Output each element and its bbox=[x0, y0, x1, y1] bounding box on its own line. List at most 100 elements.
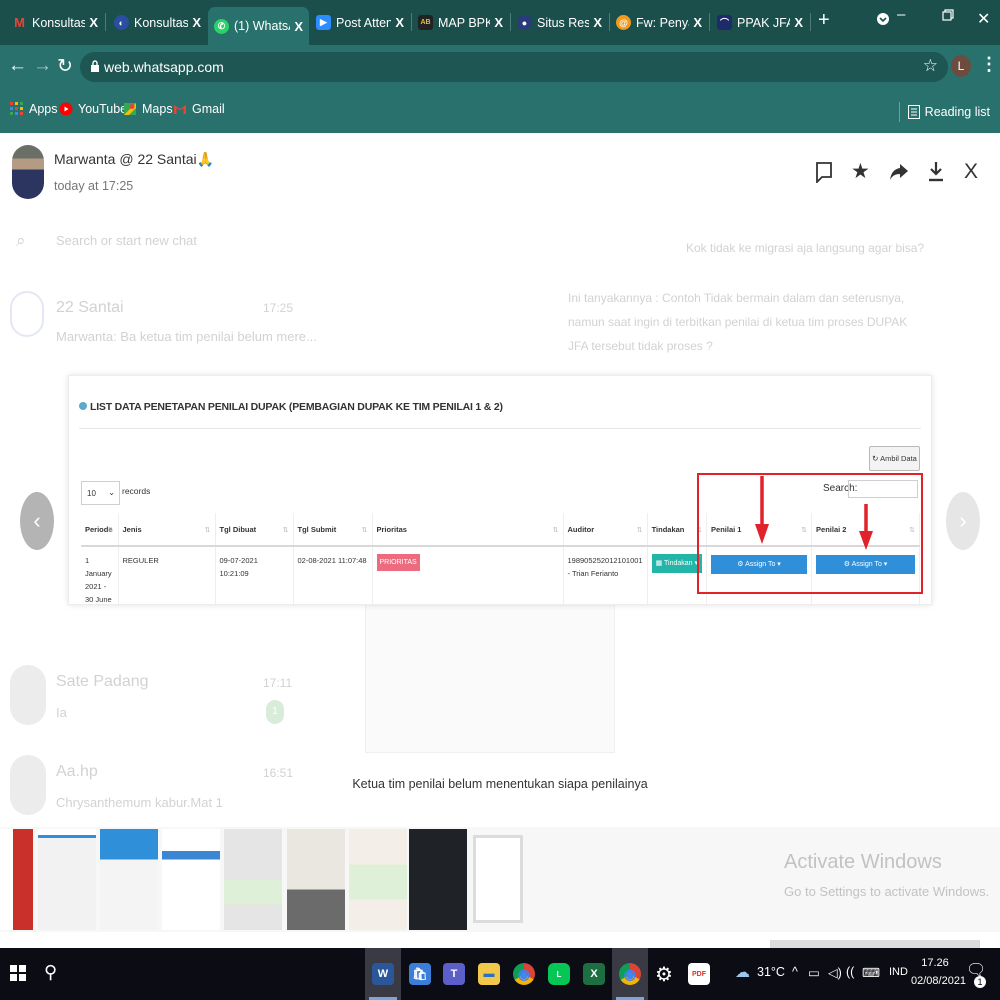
new-tab-button[interactable]: + bbox=[818, 9, 830, 32]
viewer-header: Marwanta @ 22 Santai🙏 today at 17:25 ★ X bbox=[0, 133, 1000, 213]
teams-icon[interactable]: T bbox=[436, 948, 472, 1000]
column-header[interactable]: Tgl Submit ⇅ bbox=[293, 513, 373, 547]
close-tab-icon[interactable]: X bbox=[494, 15, 503, 30]
tab-whatsapp[interactable]: ✆ (1) WhatsApp X bbox=[208, 7, 309, 45]
comment-icon[interactable] bbox=[815, 161, 833, 183]
close-tab-icon[interactable]: X bbox=[693, 15, 702, 30]
column-header[interactable]: Jenis ⇅ bbox=[118, 513, 216, 547]
back-icon[interactable]: ← bbox=[8, 55, 27, 77]
taskbar-search-icon[interactable]: ⚲ bbox=[44, 962, 57, 983]
battery-icon[interactable]: ▭ bbox=[808, 965, 820, 980]
tab-situs-resmi[interactable]: ● Situs Resmi B X bbox=[511, 0, 608, 45]
chrome-menu-icon[interactable]: ⋮ bbox=[980, 54, 998, 75]
chevron-down-icon: ⌄ bbox=[108, 488, 115, 497]
chrome-profile-icon[interactable]: ◉ bbox=[612, 948, 648, 1000]
settings-gear-icon[interactable]: ⚙ bbox=[646, 948, 682, 1000]
tab-post-attendee[interactable]: ▶ Post Attendee X bbox=[310, 0, 410, 45]
tindakan-button[interactable]: ▦ Tindakan ▾ bbox=[651, 554, 703, 573]
close-tab-icon[interactable]: X bbox=[794, 15, 803, 30]
pdf-icon[interactable]: PDF bbox=[681, 948, 717, 1000]
whatsapp-media-viewer: ⌕ Search or start new chat Kok tidak ke … bbox=[0, 133, 1000, 948]
close-tab-icon[interactable]: X bbox=[89, 15, 98, 30]
address-bar[interactable]: web.whatsapp.com ☆ bbox=[80, 52, 948, 82]
keyboard-icon[interactable]: ⌨ bbox=[862, 965, 880, 980]
horizontal-scrollbar[interactable] bbox=[770, 940, 980, 948]
window-close-icon[interactable]: ✕ bbox=[977, 9, 990, 29]
page-length-select[interactable]: 10 ⌄ bbox=[81, 481, 120, 505]
weather-temperature[interactable]: 31°C bbox=[757, 965, 785, 979]
column-header[interactable]: Periode ⇅ bbox=[81, 513, 119, 547]
ambil-data-button[interactable]: ↻ Ambil Data bbox=[869, 446, 920, 471]
bookmark-apps[interactable]: Apps bbox=[10, 102, 58, 116]
sender-emoji: 🙏 bbox=[196, 151, 215, 167]
thumbnail[interactable] bbox=[349, 829, 407, 930]
close-tab-icon[interactable]: X bbox=[395, 15, 404, 30]
close-tab-icon[interactable]: X bbox=[294, 19, 303, 34]
tab-konsultasi-2[interactable]: ◐ Konsultasi On X bbox=[108, 0, 207, 45]
sender-name: Marwanta @ 22 Santai🙏 bbox=[54, 151, 215, 167]
thumbnail[interactable] bbox=[224, 829, 282, 930]
next-media-button[interactable]: › bbox=[946, 492, 980, 550]
volume-icon[interactable]: ◁) bbox=[828, 965, 842, 980]
close-tab-icon[interactable]: X bbox=[192, 15, 201, 30]
restore-icon[interactable] bbox=[942, 8, 954, 25]
profile-avatar[interactable]: L bbox=[951, 55, 971, 77]
forward-share-icon[interactable] bbox=[889, 161, 909, 181]
thumbnail[interactable] bbox=[409, 829, 467, 930]
info-icon bbox=[79, 402, 87, 410]
tab-map-bpkp[interactable]: AB MAP BPKP X bbox=[412, 0, 509, 45]
chrome-icon[interactable]: ◉ bbox=[506, 948, 542, 1000]
youtube-icon bbox=[59, 102, 73, 116]
windows-taskbar: ⚲ W 🛍 T ▬ ◉ L X ◉ ⚙ PDF ☁ 31°C ^ ▭ ◁) ((… bbox=[0, 948, 1000, 1000]
input-language[interactable]: IND bbox=[889, 966, 908, 978]
whatsapp-icon: ✆ bbox=[214, 18, 229, 34]
file-explorer-icon[interactable]: ▬ bbox=[471, 948, 507, 1000]
thumbnail[interactable] bbox=[0, 829, 33, 930]
thumbnail[interactable] bbox=[100, 829, 158, 930]
red-arrow-icon bbox=[755, 476, 769, 544]
word-icon[interactable]: W bbox=[365, 948, 401, 1000]
column-header[interactable]: Prioritas ⇅ bbox=[372, 513, 564, 547]
clock-time: 17.26 bbox=[921, 957, 949, 969]
tab-konsultasi-1[interactable]: M Konsultasi On X bbox=[6, 0, 104, 45]
minimize-icon[interactable]: – bbox=[897, 6, 905, 23]
taskbar-clock[interactable]: 17.26 02/08/2021 bbox=[911, 954, 966, 990]
tray-chevron-icon[interactable]: ^ bbox=[792, 965, 798, 979]
star-icon[interactable]: ★ bbox=[851, 159, 870, 184]
thumbnail-selected[interactable] bbox=[473, 835, 523, 923]
close-tab-icon[interactable]: X bbox=[593, 15, 602, 30]
sender-avatar[interactable] bbox=[12, 145, 44, 199]
bookmark-gmail[interactable]: Gmail bbox=[173, 102, 225, 116]
thumbnail[interactable] bbox=[38, 829, 96, 930]
bookmark-maps[interactable]: Maps bbox=[123, 102, 173, 116]
column-header[interactable]: Tgl Dibuat ⇅ bbox=[215, 513, 294, 547]
ghost-chat-name: 22 Santai bbox=[56, 299, 124, 316]
refresh-icon: ↻ bbox=[872, 454, 879, 463]
download-icon[interactable] bbox=[927, 161, 945, 183]
column-header[interactable]: Auditor ⇅ bbox=[563, 513, 648, 547]
previous-media-button[interactable]: ‹ bbox=[20, 492, 54, 550]
store-icon[interactable]: 🛍 bbox=[402, 948, 438, 1000]
reload-icon[interactable]: ↻ bbox=[57, 55, 73, 78]
close-viewer-button[interactable]: X bbox=[964, 160, 978, 184]
bookmark-youtube[interactable]: YouTube bbox=[59, 102, 127, 116]
ghost-unread-badge: 1 bbox=[266, 700, 284, 724]
forward-icon[interactable]: → bbox=[33, 55, 52, 77]
thumbnail[interactable] bbox=[287, 829, 345, 930]
url-text[interactable]: web.whatsapp.com bbox=[104, 59, 224, 75]
tab-fw-penyampaian[interactable]: @ Fw: Penyamp X bbox=[610, 0, 708, 45]
thumbnail[interactable] bbox=[162, 829, 220, 930]
tab-search-icon[interactable] bbox=[876, 12, 890, 30]
konsultasi-icon: ◐ bbox=[114, 15, 129, 30]
weather-icon[interactable]: ☁ bbox=[735, 963, 750, 981]
zoom-icon: ▶ bbox=[316, 15, 331, 30]
records-label: records bbox=[122, 486, 151, 496]
bookmark-star-icon[interactable]: ☆ bbox=[923, 56, 938, 76]
excel-icon[interactable]: X bbox=[576, 948, 612, 1000]
wifi-icon[interactable]: (( bbox=[846, 965, 854, 979]
tab-ppak-jfa[interactable]: ⌒ PPAK JFA :: Pe X bbox=[711, 0, 809, 45]
reading-list-button[interactable]: Reading list bbox=[898, 102, 990, 122]
line-icon[interactable]: L bbox=[541, 948, 577, 1000]
windows-start-icon[interactable] bbox=[10, 965, 26, 981]
map-bpkp-icon: AB bbox=[418, 15, 433, 30]
